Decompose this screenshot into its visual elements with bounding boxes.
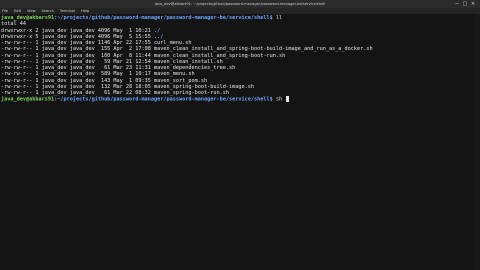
terminal-window: java_dev@akbars91: ~/projects/github/pas…: [0, 0, 480, 270]
row-name: maven_clean_install_and_spring-boot-run.…: [154, 52, 286, 59]
close-icon[interactable]: ×: [470, 1, 476, 7]
row-name: ./: [154, 27, 161, 34]
prompt-line: java_dev@akbars91:~/projects/github/pass…: [1, 96, 474, 103]
row-name: curl_menu.sh: [154, 40, 192, 46]
maximize-icon[interactable]: □: [462, 1, 468, 7]
text-cursor: [286, 96, 290, 102]
row-name: maven_clean_install.sh: [154, 58, 223, 65]
row-name: maven_spring-boot-run.sh: [154, 90, 230, 96]
row-meta: drwxrwxr-x 5 java_dev java_dev 4096 May …: [1, 33, 155, 40]
row-meta: -rw-rw-r-- 1 java_dev java_dev 155 Apr 2…: [1, 46, 155, 53]
row-meta: -rw-rw-r-- 1 java_dev java_dev 61 Mar 22…: [1, 90, 155, 96]
prompt-user: java_dev@akbars91: [1, 15, 55, 21]
row-meta: -rw-rw-r-- 1 java_dev java_dev 589 May 1…: [1, 71, 155, 78]
row-name: maven_spring-boot-build-image.sh: [154, 83, 254, 90]
row-name: maven_sort_pom.sh: [154, 77, 208, 84]
row-name: maven_dependencies_tree.sh: [154, 65, 236, 71]
row-meta: drwxrwxr-x 2 java_dev java_dev 4096 May …: [1, 27, 155, 34]
terminal-output[interactable]: java_dev@akbars91:~/projects/github/pass…: [0, 14, 474, 270]
row-meta: -rw-rw-r-- 1 java_dev java_dev 1146 Apr …: [1, 40, 155, 46]
row-name: maven_clean_install_and_spring-boot-buil…: [154, 46, 373, 53]
window-title: java_dev@akbars91: ~/projects/github/pas…: [154, 2, 326, 6]
row-meta: -rw-rw-r-- 1 java_dev java_dev 100 Apr 8…: [1, 52, 155, 59]
prompt-path: :~/projects/github/password-manager/pass…: [54, 15, 276, 21]
command-input[interactable]: sh: [276, 97, 285, 103]
row-meta: -rw-rw-r-- 1 java_dev java_dev 143 May 1…: [1, 77, 155, 84]
minimize-icon[interactable]: −: [454, 1, 460, 7]
scrollbar[interactable]: [475, 14, 480, 270]
row-meta: -rw-rw-r-- 1 java_dev java_dev 59 Mar 21…: [1, 58, 155, 65]
row-meta: -rw-rw-r-- 1 java_dev java_dev 132 Mar 2…: [1, 83, 155, 90]
row-meta: -rw-rw-r-- 1 java_dev java_dev 61 Mar 23…: [1, 65, 155, 71]
row-name: ../: [154, 33, 164, 40]
prompt-user: java_dev@akbars91: [1, 96, 55, 103]
command-text: ll: [275, 15, 283, 21]
prompt-path: :~/projects/github/password-manager/pass…: [54, 96, 276, 103]
row-name: maven_menu.sh: [154, 71, 195, 78]
